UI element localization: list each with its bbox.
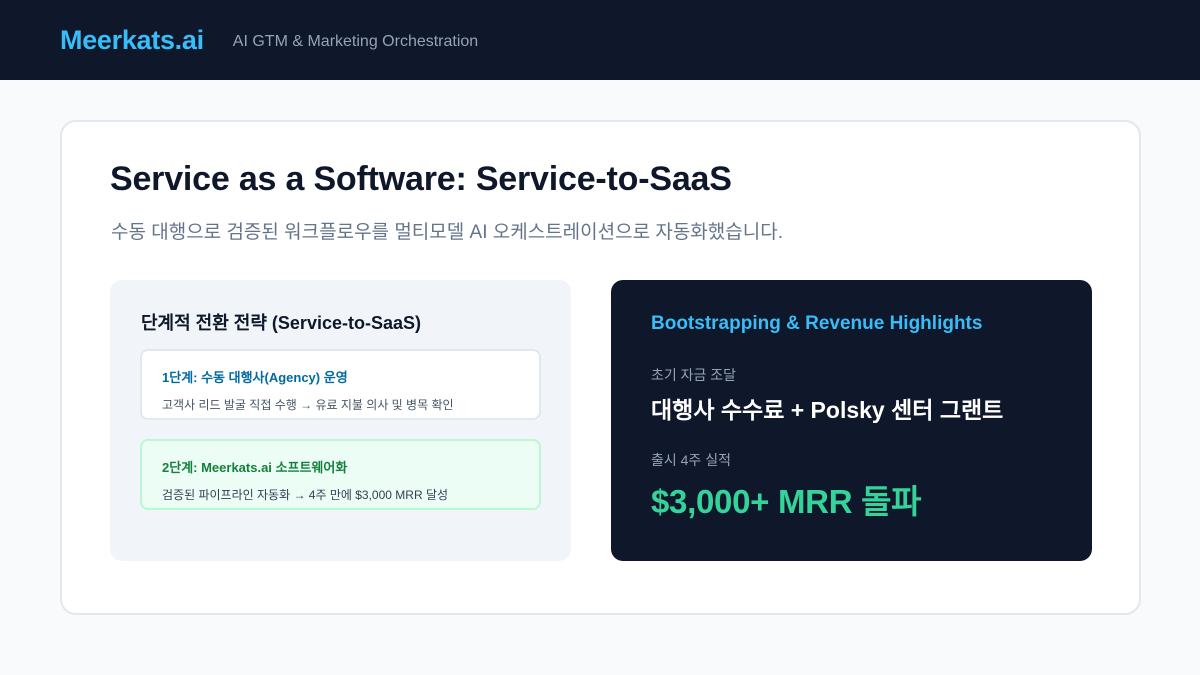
stage-title: 2단계: Meerkats.ai 소프트웨어화 bbox=[162, 460, 348, 475]
page-title: Service as a Software: Service-to-SaaS bbox=[110, 160, 732, 198]
stage-card-1: 1단계: 수동 대행사(Agency) 운영 고객사 리드 발굴 직접 수행 →… bbox=[140, 349, 541, 420]
highlights-heading: Bootstrapping & Revenue Highlights bbox=[651, 313, 983, 334]
strategy-panel: 단계적 전환 전략 (Service-to-SaaS) 1단계: 수동 대행사(… bbox=[110, 280, 571, 561]
launch-value: $3,000+ MRR 돌파 bbox=[651, 483, 922, 520]
brand-tagline: AI GTM & Marketing Orchestration bbox=[232, 33, 479, 50]
stage-card-2: 2단계: Meerkats.ai 소프트웨어화 검증된 파이프라인 자동화 → … bbox=[140, 439, 541, 510]
launch-label: 출시 4주 실적 bbox=[651, 452, 731, 468]
page-subtitle: 수동 대행으로 검증된 워크플로우를 멀티모델 AI 오케스트레이션으로 자동화… bbox=[111, 222, 783, 243]
stage-description: 고객사 리드 발굴 직접 수행 → 유료 지불 의사 및 병목 확인 bbox=[162, 398, 454, 412]
top-bar: Meerkats.ai AI GTM & Marketing Orchestra… bbox=[0, 0, 1200, 80]
stage-title: 1단계: 수동 대행사(Agency) 운영 bbox=[162, 370, 348, 385]
funding-value: 대행사 수수료 + Polsky 센터 그랜트 bbox=[651, 397, 1004, 423]
funding-label: 초기 자금 조달 bbox=[651, 367, 737, 383]
brand-logo[interactable]: Meerkats.ai bbox=[60, 25, 204, 56]
highlights-panel: Bootstrapping & Revenue Highlights 초기 자금… bbox=[611, 280, 1092, 561]
strategy-heading: 단계적 전환 전략 (Service-to-SaaS) bbox=[141, 313, 421, 333]
slide-card: Service as a Software: Service-to-SaaS 수… bbox=[60, 120, 1141, 615]
stage-description: 검증된 파이프라인 자동화 → 4주 만에 $3,000 MRR 달성 bbox=[162, 488, 449, 502]
